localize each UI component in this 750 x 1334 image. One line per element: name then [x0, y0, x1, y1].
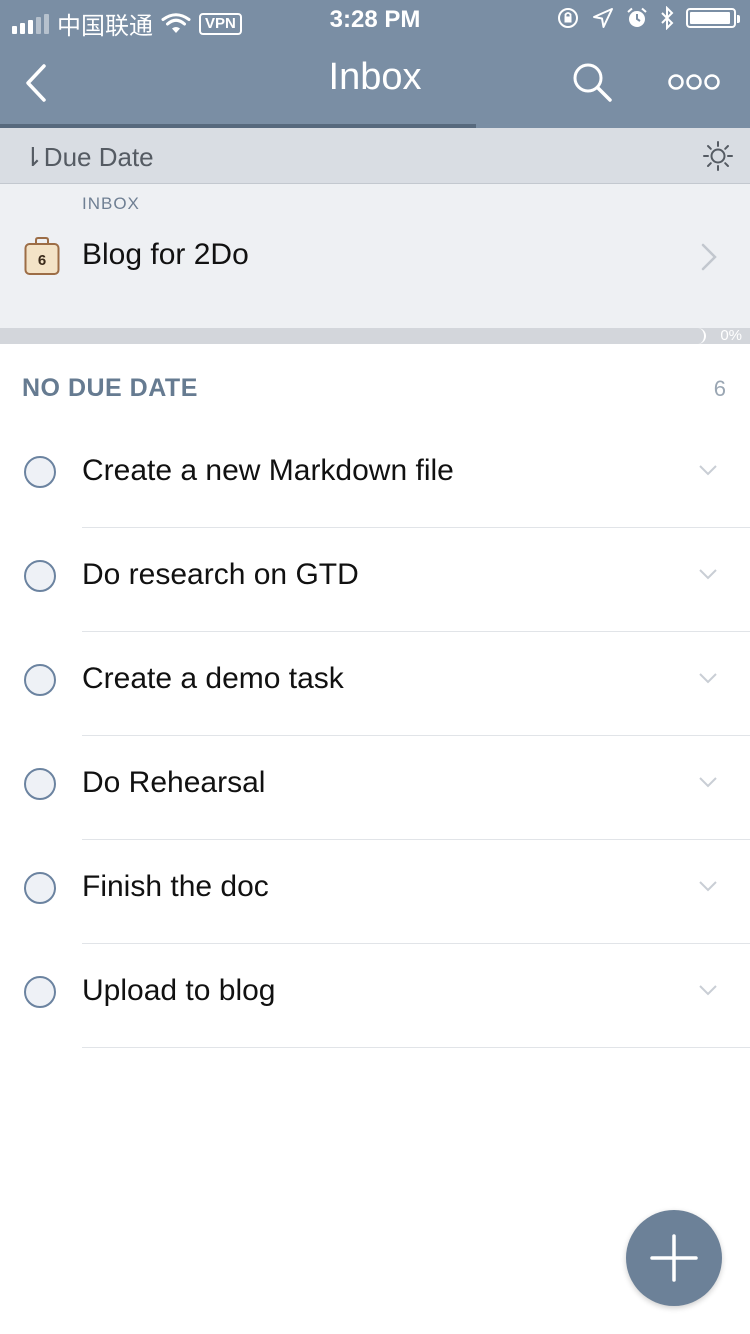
list-section-label: INBOX — [82, 194, 140, 213]
chevron-down-icon[interactable] — [698, 568, 718, 580]
more-options-icon[interactable] — [668, 68, 720, 96]
list-bag-icon: 6 — [24, 237, 60, 275]
progress-knob — [698, 328, 706, 344]
bluetooth-icon — [661, 6, 674, 30]
nav-bar: Inbox — [0, 40, 750, 125]
task-row[interactable]: Finish the doc — [0, 840, 750, 944]
search-icon[interactable] — [570, 60, 614, 104]
chevron-right-icon[interactable] — [700, 242, 718, 272]
chevron-down-icon[interactable] — [698, 984, 718, 996]
task-title: Upload to blog — [82, 974, 276, 1007]
sort-bar: ⇂Due Date — [0, 128, 750, 184]
sort-label: Due Date — [43, 142, 154, 172]
list-header-card[interactable]: INBOX 6 Blog for 2Do — [0, 184, 750, 328]
progress-label: 0% — [720, 327, 742, 344]
list-name: Blog for 2Do — [82, 238, 249, 271]
task-row[interactable]: Do research on GTD — [0, 528, 750, 632]
chevron-down-icon[interactable] — [698, 464, 718, 476]
task-row[interactable]: Create a new Markdown file — [0, 424, 750, 528]
orientation-lock-icon — [558, 8, 578, 28]
top-bar: 中国联通 VPN 3:28 PM Inbox — [0, 0, 750, 128]
task-title: Create a new Markdown file — [82, 454, 454, 487]
plus-icon — [650, 1234, 698, 1282]
chevron-down-icon[interactable] — [698, 776, 718, 788]
location-icon — [593, 8, 613, 28]
task-row[interactable]: Create a demo task — [0, 632, 750, 736]
task-row[interactable]: Upload to blog — [0, 944, 750, 1048]
list-progress-bar: 0% — [0, 327, 750, 344]
status-right — [556, 6, 740, 30]
task-checkbox[interactable] — [24, 664, 56, 696]
chevron-down-icon[interactable] — [698, 880, 718, 892]
section-count: 6 — [713, 376, 726, 401]
task-title: Do Rehearsal — [82, 766, 266, 799]
page-title: Inbox — [328, 56, 422, 98]
alarm-icon — [627, 7, 647, 27]
chevron-down-icon[interactable] — [698, 672, 718, 684]
list-bag-count: 6 — [38, 252, 46, 269]
sun-icon[interactable] — [702, 140, 734, 172]
battery-icon — [686, 8, 740, 28]
task-row[interactable]: Do Rehearsal — [0, 736, 750, 840]
sort-arrow-icon: ⇂ — [22, 142, 44, 172]
sort-button[interactable]: ⇂Due Date — [22, 142, 154, 173]
task-checkbox[interactable] — [24, 560, 56, 592]
task-title: Do research on GTD — [82, 558, 359, 591]
task-title: Create a demo task — [82, 662, 344, 695]
divider — [82, 1047, 750, 1048]
task-checkbox[interactable] — [24, 456, 56, 488]
add-task-button[interactable] — [626, 1210, 722, 1306]
task-checkbox[interactable] — [24, 768, 56, 800]
task-checkbox[interactable] — [24, 872, 56, 904]
section-title: NO DUE DATE — [22, 374, 198, 402]
status-bar: 中国联通 VPN 3:28 PM — [0, 0, 750, 40]
task-checkbox[interactable] — [24, 976, 56, 1008]
task-title: Finish the doc — [82, 870, 269, 903]
